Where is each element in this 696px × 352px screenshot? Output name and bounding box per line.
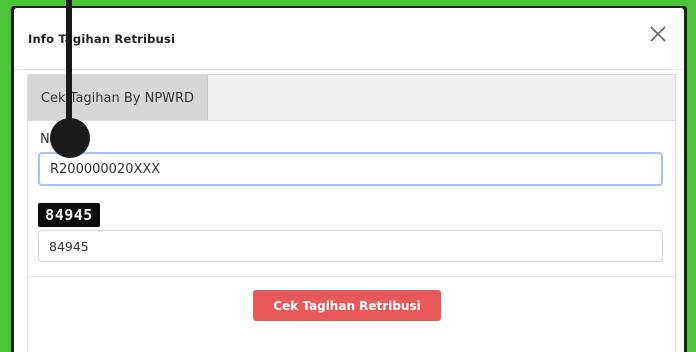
pointer-stick xyxy=(66,0,72,130)
modal-header: Info Tagihan Retribusi xyxy=(14,8,684,70)
tab-cek-tagihan-by-npwrd[interactable]: Cek Tagihan By NPWRD xyxy=(28,75,208,121)
modal-title: Info Tagihan Retribusi xyxy=(28,32,176,46)
footer-divider xyxy=(28,276,675,277)
pointer-cursor-icon xyxy=(50,118,90,158)
captcha-image: 84945 xyxy=(38,203,100,227)
captcha-input[interactable] xyxy=(38,230,663,262)
tab-strip: Cek Tagihan By NPWRD xyxy=(27,74,676,121)
npwrd-input[interactable] xyxy=(38,152,663,186)
modal-dialog: Info Tagihan Retribusi Cek Tagihan By NP… xyxy=(14,8,684,352)
cek-tagihan-button[interactable]: Cek Tagihan Retribusi xyxy=(253,290,441,321)
close-icon[interactable] xyxy=(646,22,670,46)
